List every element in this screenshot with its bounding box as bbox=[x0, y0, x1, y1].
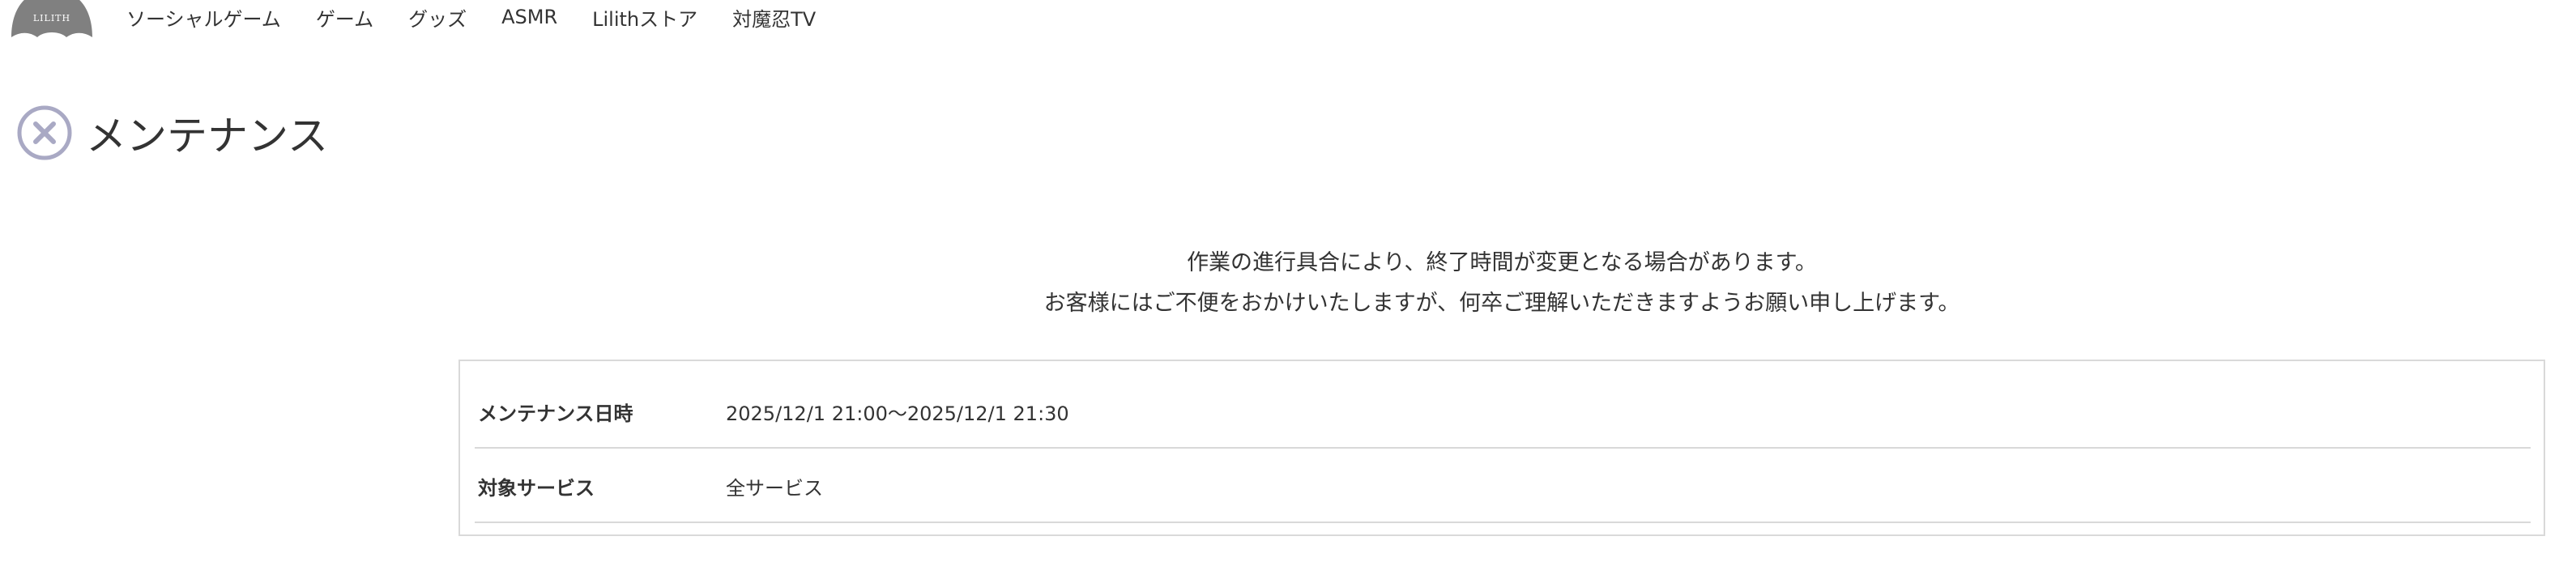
site-header: LILITH ソーシャルゲーム ゲーム グッズ ASMR Lilithストア 対… bbox=[0, 0, 2576, 40]
lilith-logo[interactable]: LILITH bbox=[11, 0, 92, 37]
info-value-datetime: 2025/12/1 21:00〜2025/12/1 21:30 bbox=[726, 402, 1069, 425]
maintenance-message: 作業の進行具合により、終了時間が変更となる場合があります。 お客様にはご不便をお… bbox=[458, 243, 2545, 324]
info-value-services: 全サービス bbox=[726, 476, 823, 500]
nav-item-social-games[interactable]: ソーシャルゲーム bbox=[126, 3, 281, 32]
title-row: メンテナンス bbox=[16, 104, 328, 162]
nav-item-asmr[interactable]: ASMR bbox=[501, 6, 557, 28]
main-nav: ソーシャルゲーム ゲーム グッズ ASMR Lilithストア 対魔忍TV bbox=[126, 0, 851, 34]
maintenance-page: LILITH ソーシャルゲーム ゲーム グッズ ASMR Lilithストア 対… bbox=[0, 0, 2576, 562]
message-line-2: お客様にはご不便をおかけいたしますが、何卒ご理解いただきますようお願い申し上げま… bbox=[1043, 291, 1960, 316]
maintenance-info-table: メンテナンス日時 2025/12/1 21:00〜2025/12/1 21:30… bbox=[458, 360, 2545, 536]
nav-item-lilith-store[interactable]: Lilithストア bbox=[592, 3, 697, 32]
info-label-services: 対象サービス bbox=[478, 476, 595, 500]
close-circle-icon bbox=[17, 105, 72, 160]
nav-item-games[interactable]: ゲーム bbox=[316, 3, 373, 32]
svg-text:LILITH: LILITH bbox=[33, 13, 70, 23]
bat-logo-icon: LILITH bbox=[11, 0, 92, 37]
message-line-1: 作業の進行具合により、終了時間が変更となる場合があります。 bbox=[1187, 250, 1817, 275]
info-row-datetime: メンテナンス日時 2025/12/1 21:00〜2025/12/1 21:30 bbox=[475, 376, 2531, 449]
info-row-services: 対象サービス 全サービス bbox=[475, 450, 2531, 523]
nav-item-goods[interactable]: グッズ bbox=[408, 3, 467, 32]
info-label-datetime: メンテナンス日時 bbox=[478, 402, 633, 425]
nav-item-taimanin-tv[interactable]: 対魔忍TV bbox=[732, 3, 816, 32]
page-title: メンテナンス bbox=[86, 113, 328, 160]
